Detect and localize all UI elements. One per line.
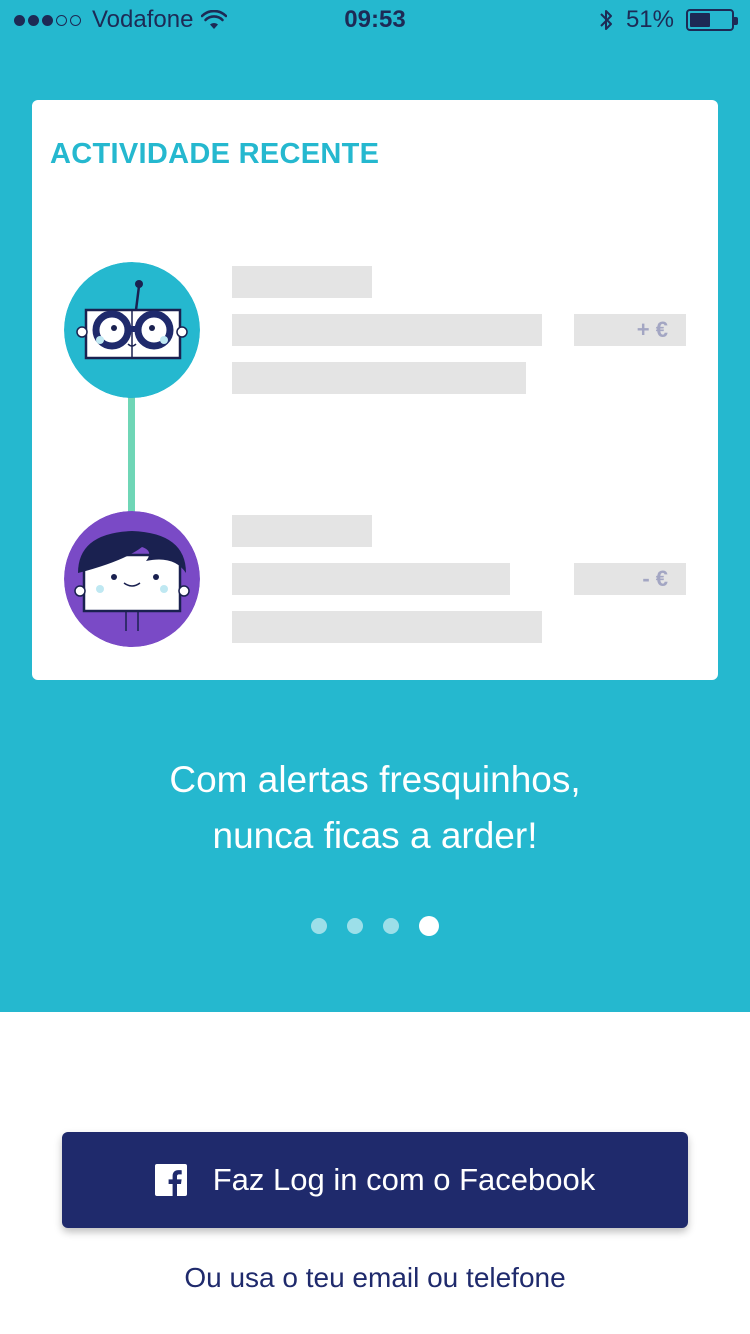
email-phone-login-link[interactable]: Ou usa o teu email ou telefone: [0, 1262, 750, 1294]
onboarding-hero: Vodafone 09:53 51% ACTIVIDADE RECENTE + …: [0, 0, 750, 1012]
page-dot[interactable]: [311, 918, 327, 934]
recent-activity-card: ACTIVIDADE RECENTE + € - €: [32, 100, 718, 680]
placeholder-line: [232, 362, 526, 394]
placeholder-line: [232, 314, 542, 346]
card-title: ACTIVIDADE RECENTE: [50, 138, 380, 170]
page-dot[interactable]: [383, 918, 399, 934]
facebook-login-button[interactable]: Faz Log in com o Facebook: [62, 1132, 688, 1228]
tagline: Com alertas fresquinhos, nunca ficas a a…: [0, 752, 750, 864]
dark-hair-avatar: [64, 511, 200, 647]
tagline-line-2: nunca ficas a arder!: [212, 815, 538, 856]
tagline-line-1: Com alertas fresquinhos,: [169, 759, 581, 800]
placeholder-line: [232, 266, 372, 298]
placeholder-line: [232, 515, 372, 547]
page-dot[interactable]: [347, 918, 363, 934]
placeholder-line: [232, 563, 510, 595]
status-bar: Vodafone 09:53 51%: [0, 0, 750, 40]
robot-glasses-avatar: [64, 262, 200, 398]
amount-badge: - €: [574, 563, 686, 595]
amount-badge: + €: [574, 314, 686, 346]
battery-icon: [686, 9, 738, 31]
page-dot-active[interactable]: [419, 916, 439, 936]
battery-fill: [690, 13, 710, 27]
facebook-icon: [154, 1164, 187, 1196]
page-indicator[interactable]: [0, 916, 750, 936]
placeholder-line: [232, 611, 542, 643]
battery-percent: 51%: [625, 6, 674, 33]
battery-tip: [734, 17, 738, 25]
facebook-login-label: Faz Log in com o Facebook: [212, 1162, 596, 1197]
timeline-connector: [128, 396, 135, 516]
status-bar-right: 51%: [598, 6, 738, 34]
bluetooth-icon: [600, 10, 612, 30]
